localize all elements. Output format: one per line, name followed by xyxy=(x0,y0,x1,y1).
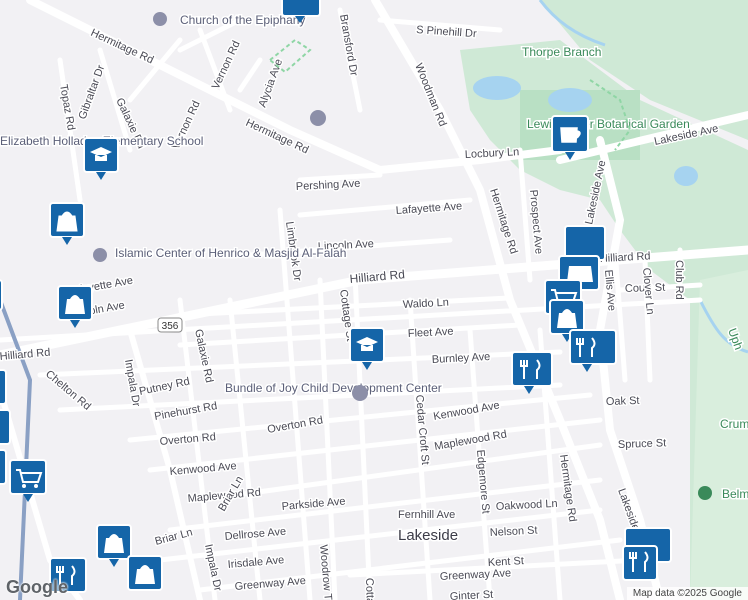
road-label: Fleet Ave xyxy=(408,326,454,340)
edge-marker xyxy=(0,369,11,485)
road-label: Cedar Croft St xyxy=(413,394,431,465)
road-label: Galaxie Rd xyxy=(192,328,215,384)
shopping-bag-marker xyxy=(96,524,132,567)
town-label: Lakeside xyxy=(398,527,458,544)
mosque-icon xyxy=(93,248,107,262)
school-dot-icon xyxy=(310,110,326,126)
road-label: Overton Rd xyxy=(159,431,216,448)
road-label: Greenway Ave xyxy=(234,575,306,593)
poi-islamic-label: Islamic Center of Henrico & Masjid Al-Fa… xyxy=(115,246,346,260)
map-canvas[interactable]: Hermitage Rd Hermitage Rd Hermitage Rd H… xyxy=(0,0,748,600)
road-label: Lafayette Ave xyxy=(395,200,462,217)
road-label: Burnley Ave xyxy=(432,351,491,366)
road-label: Spruce St xyxy=(618,437,667,451)
church-icon xyxy=(153,12,167,26)
poi-belm-label: Belm xyxy=(722,487,748,501)
road-label: Fernhill Ave xyxy=(398,509,455,521)
shopping-bag-marker xyxy=(57,285,93,328)
road-label: Alycia Ave xyxy=(257,57,286,109)
road-label: Hilliard Rd xyxy=(349,267,405,286)
poi-crum-label: Crum xyxy=(720,417,748,431)
road-label: Kenwood Ave xyxy=(169,460,237,478)
road-label: Cottage St xyxy=(363,578,377,600)
restaurant-marker xyxy=(622,527,672,581)
road-label: Greenway Ave xyxy=(440,567,512,583)
road-label: Nelson St xyxy=(490,525,538,539)
road-label: Bransford Dr xyxy=(337,13,360,77)
road-label: Hermitage Rd xyxy=(89,27,156,67)
road-label: Oak St xyxy=(606,395,640,408)
road-label: Topaz Rd xyxy=(57,83,77,131)
shopping-bag-marker xyxy=(127,555,163,591)
restaurant-marker xyxy=(569,329,617,372)
road-label: Oakwood Ln xyxy=(496,498,558,513)
school-marker xyxy=(349,327,385,370)
route-shield: 356 xyxy=(157,317,183,333)
google-logo: Google xyxy=(6,577,68,597)
route-number: 356 xyxy=(162,321,179,332)
daycare-icon xyxy=(352,385,368,401)
road-label: Gibraltar Dr xyxy=(77,63,108,121)
map-attribution[interactable]: Map data ©2025 Google xyxy=(626,587,748,600)
road-label: Kenwood Ave xyxy=(432,399,500,422)
road-label: Club Rd xyxy=(673,260,685,300)
edge-marker xyxy=(0,279,3,311)
shopping-bag-marker xyxy=(49,202,85,245)
park-icon xyxy=(698,486,712,500)
road-label: Clover Ln xyxy=(640,267,656,315)
road-label: Impala Dr xyxy=(202,543,224,592)
road-label: Woodman Rd xyxy=(412,62,448,129)
poi-daycare-label: Bundle of Joy Child Development Center xyxy=(225,381,442,395)
road-label: Irisdale Ave xyxy=(227,554,285,571)
cart-marker xyxy=(9,459,47,502)
road-label: Pershing Ave xyxy=(296,178,361,193)
road-label: Waldo Ln xyxy=(403,297,450,311)
road-label: Ginter St xyxy=(450,589,494,600)
poi-branch-label: Thorpe Branch xyxy=(522,45,601,59)
school-marker xyxy=(83,137,119,180)
